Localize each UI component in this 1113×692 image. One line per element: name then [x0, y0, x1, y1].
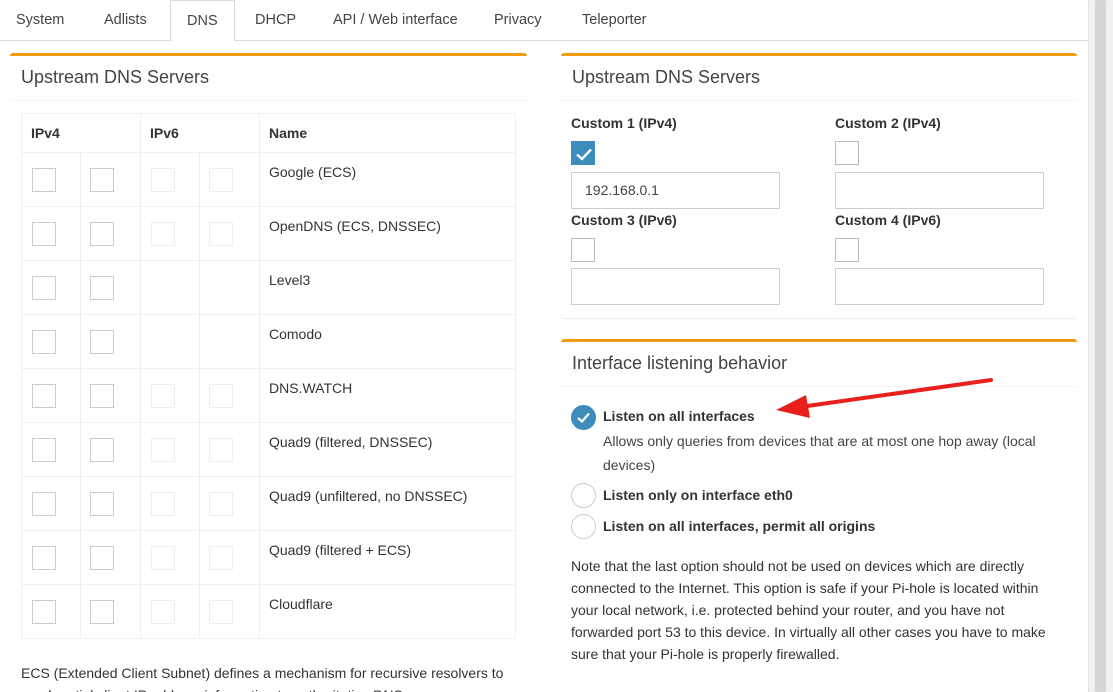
custom4-label: Custom 4 (IPv6): [835, 212, 941, 228]
custom2-checkbox[interactable]: [835, 141, 859, 165]
ipv4-checkbox[interactable]: [32, 546, 56, 570]
dns-server-name: Cloudflare: [259, 584, 516, 639]
ipv6-checkbox[interactable]: [151, 546, 175, 570]
ipv4-checkbox[interactable]: [32, 168, 56, 192]
tab-dhcp[interactable]: DHCP: [239, 0, 312, 41]
dns-server-name: OpenDNS (ECS, DNSSEC): [259, 206, 516, 261]
custom1-checkbox[interactable]: [571, 141, 595, 165]
ipv4-checkbox[interactable]: [90, 492, 114, 516]
ipv4-checkbox[interactable]: [32, 330, 56, 354]
dns-server-name: Quad9 (unfiltered, no DNSSEC): [259, 476, 516, 531]
table-row: Level3: [21, 260, 516, 315]
tab-privacy[interactable]: Privacy: [478, 0, 558, 41]
ipv4-checkbox[interactable]: [32, 276, 56, 300]
listen-eth0-radio[interactable]: [571, 483, 596, 508]
ipv4-checkbox[interactable]: [90, 438, 114, 462]
ipv4-header: IPv4: [21, 113, 141, 153]
ipv4-checkbox[interactable]: [90, 276, 114, 300]
ipv4-checkbox[interactable]: [90, 222, 114, 246]
interface-note: Note that the last option should not be …: [571, 558, 1046, 662]
dns-server-name: DNS.WATCH: [259, 368, 516, 423]
table-row: Comodo: [21, 314, 516, 369]
listen-all-description: Allows only queries from devices that ar…: [603, 433, 1036, 473]
ipv4-checkbox[interactable]: [90, 330, 114, 354]
dns-server-name: Google (ECS): [259, 152, 516, 207]
ipv6-checkbox[interactable]: [151, 168, 175, 192]
ipv6-checkbox[interactable]: [151, 222, 175, 246]
tab-api-web-interface[interactable]: API / Web interface: [317, 0, 474, 41]
ipv6-checkbox[interactable]: [209, 492, 233, 516]
table-row: Cloudflare: [21, 584, 516, 639]
dns-server-name: Comodo: [259, 314, 516, 369]
check-icon: [577, 412, 590, 424]
listen-all-label[interactable]: Listen on all interfaces: [603, 408, 755, 424]
ipv6-checkbox[interactable]: [209, 168, 233, 192]
settings-page: System Adlists DNS DHCP API / Web interf…: [0, 0, 1088, 692]
table-row: Google (ECS): [21, 152, 516, 207]
ipv4-checkbox[interactable]: [32, 222, 56, 246]
tab-adlists[interactable]: Adlists: [88, 0, 163, 41]
ipv6-checkbox[interactable]: [209, 384, 233, 408]
listen-eth0-label[interactable]: Listen only on interface eth0: [603, 487, 793, 503]
custom1-input[interactable]: 192.168.0.1: [571, 172, 780, 209]
ipv6-checkbox[interactable]: [151, 492, 175, 516]
table-row: OpenDNS (ECS, DNSSEC): [21, 206, 516, 261]
ecs-note: ECS (Extended Client Subnet) defines a m…: [21, 665, 504, 692]
custom4-checkbox[interactable]: [835, 238, 859, 262]
upstream-dns-title: Upstream DNS Servers: [10, 56, 527, 101]
check-icon: [576, 148, 592, 161]
custom3-checkbox[interactable]: [571, 238, 595, 262]
ipv6-checkbox[interactable]: [151, 384, 175, 408]
table-row: DNS.WATCH: [21, 368, 516, 423]
scrollbar-thumb[interactable]: [1095, 0, 1106, 692]
ipv4-checkbox[interactable]: [32, 600, 56, 624]
ipv6-checkbox[interactable]: [209, 546, 233, 570]
custom-dns-title: Upstream DNS Servers: [561, 56, 1077, 101]
settings-tabs: System Adlists DNS DHCP API / Web interf…: [0, 0, 1088, 42]
ipv6-checkbox[interactable]: [151, 438, 175, 462]
name-header: Name: [259, 113, 516, 153]
ipv6-header: IPv6: [140, 113, 260, 153]
listen-all-radio[interactable]: [571, 405, 596, 430]
ipv4-checkbox[interactable]: [32, 438, 56, 462]
table-row: Quad9 (filtered + ECS): [21, 530, 516, 585]
custom3-label: Custom 3 (IPv6): [571, 212, 677, 228]
tab-system[interactable]: System: [0, 0, 80, 41]
ipv4-checkbox[interactable]: [32, 492, 56, 516]
listen-all-permit-label[interactable]: Listen on all interfaces, permit all ori…: [603, 518, 875, 534]
ipv6-checkbox[interactable]: [151, 600, 175, 624]
dns-server-name: Level3: [259, 260, 516, 315]
table-row: Quad9 (filtered, DNSSEC): [21, 422, 516, 477]
custom3-input[interactable]: [571, 268, 780, 305]
ipv4-checkbox[interactable]: [32, 384, 56, 408]
custom4-input[interactable]: [835, 268, 1044, 305]
ipv4-checkbox[interactable]: [90, 600, 114, 624]
dns-server-name: Quad9 (filtered + ECS): [259, 530, 516, 585]
ipv4-checkbox[interactable]: [90, 384, 114, 408]
tab-teleporter[interactable]: Teleporter: [566, 0, 662, 41]
ipv6-checkbox[interactable]: [209, 222, 233, 246]
custom1-label: Custom 1 (IPv4): [571, 115, 677, 131]
annotation-arrow-icon: [776, 378, 993, 418]
table-row: Quad9 (unfiltered, no DNSSEC): [21, 476, 516, 531]
dns-server-name: Quad9 (filtered, DNSSEC): [259, 422, 516, 477]
ipv4-checkbox[interactable]: [90, 168, 114, 192]
upstream-dns-table: IPv4 IPv6 Name Google (ECS) OpenDNS (ECS,…: [21, 113, 516, 639]
custom2-label: Custom 2 (IPv4): [835, 115, 941, 131]
custom2-input[interactable]: [835, 172, 1044, 209]
ipv4-checkbox[interactable]: [90, 546, 114, 570]
listen-all-permit-radio[interactable]: [571, 514, 596, 539]
ipv6-checkbox[interactable]: [209, 438, 233, 462]
ipv6-checkbox[interactable]: [209, 600, 233, 624]
tab-dns[interactable]: DNS: [170, 0, 235, 42]
